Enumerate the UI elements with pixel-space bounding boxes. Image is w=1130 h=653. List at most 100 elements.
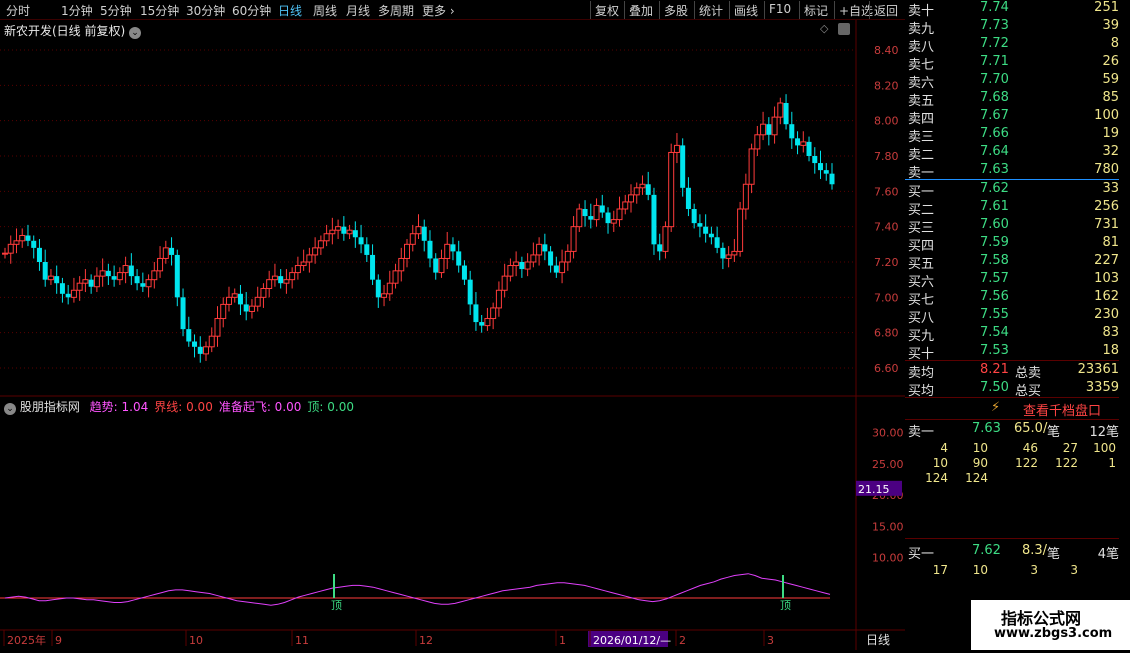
ask-row-4[interactable]: 卖六 7.70 59 [905, 72, 1119, 91]
ask-row-1[interactable]: 卖九 7.73 39 [905, 18, 1119, 37]
candle [225, 286, 232, 312]
candle [783, 94, 789, 130]
candle [731, 239, 738, 262]
indicator-value-0: 趋势: 1.04 [89, 400, 149, 414]
stock-title[interactable]: 新农开发(日线 前复权) ⌄ [4, 22, 142, 39]
chevron-down-icon[interactable]: ⌄ [4, 403, 16, 415]
ask-row-9[interactable]: 卖一 7.63 780 [905, 162, 1119, 181]
tab-multi-period[interactable]: 多周期 [378, 2, 414, 19]
tab-more[interactable]: 更多 › [422, 2, 455, 19]
ask-volume: 85 [1102, 90, 1119, 105]
bid-price: 7.58 [980, 253, 1009, 268]
top-signal-label: 顶 [331, 599, 342, 612]
candle [82, 269, 89, 293]
candle [501, 263, 508, 298]
candle [433, 253, 439, 280]
ask-row-8[interactable]: 卖二 7.64 32 [905, 144, 1119, 163]
indicator-value-2: 准备起飞: 0.00 [218, 400, 302, 414]
bid-label: 买七 [908, 293, 935, 308]
candle [812, 147, 818, 174]
bid-volume: 162 [1094, 289, 1119, 304]
bid-row-1[interactable]: 买二 7.61 256 [905, 199, 1119, 218]
ask-row-6[interactable]: 卖四 7.67 100 [905, 108, 1119, 127]
candle [714, 226, 720, 254]
candle [111, 265, 117, 287]
bid-volume: 33 [1102, 181, 1119, 196]
thousand-level-button[interactable]: ⚡ 查看千档盘口 [905, 399, 1119, 419]
candle [456, 240, 462, 273]
btn-draw-line[interactable]: 画线 [729, 1, 762, 19]
tab-30min[interactable]: 30分钟 [186, 2, 225, 19]
btn-multi-stock[interactable]: 多股 [659, 1, 692, 19]
time-tick-label: 9 [55, 634, 62, 647]
tab-monthly[interactable]: 月线 [346, 2, 370, 19]
ask-label: 卖八 [908, 40, 935, 55]
candle [610, 210, 617, 232]
bid-row-0[interactable]: 买一 7.62 33 [905, 181, 1119, 200]
btn-mark[interactable]: 标记 [799, 1, 832, 19]
candle [65, 284, 71, 305]
diamond-icon[interactable]: ◇ [820, 22, 828, 35]
divider [905, 419, 1119, 420]
bid-row-6[interactable]: 买七 7.56 162 [905, 289, 1119, 308]
ask-row-3[interactable]: 卖七 7.71 26 [905, 54, 1119, 73]
time-tick-label: 2025年 [7, 633, 46, 647]
candle [415, 214, 422, 240]
chevron-down-icon[interactable]: ⌄ [129, 27, 142, 39]
ask-row-2[interactable]: 卖八 7.72 8 [905, 36, 1119, 55]
btn-statistics[interactable]: 统计 [694, 1, 727, 19]
bid-row-5[interactable]: 买六 7.57 103 [905, 271, 1119, 290]
tab-1min[interactable]: 1分钟 [61, 2, 93, 19]
bid-label: 买三 [908, 221, 935, 236]
bid-row-7[interactable]: 买八 7.55 230 [905, 307, 1119, 326]
candle [662, 221, 669, 259]
thousand-level-label: 查看千档盘口 [1023, 404, 1102, 419]
ask-row-7[interactable]: 卖三 7.66 19 [905, 126, 1119, 145]
tab-5min[interactable]: 5分钟 [100, 2, 132, 19]
kline-chart-svg[interactable]: 8.40 8.20 8.00 7.80 7.60 7.40 7.20 7.00 6.80 6.60… [0, 0, 905, 650]
candle [2, 247, 8, 259]
candle [599, 194, 605, 218]
kline-chart-area[interactable]: 8.40 8.20 8.00 7.80 7.60 7.40 7.20 7.00 6.80 6.60… [0, 0, 905, 650]
bid-row-4[interactable]: 买五 7.58 227 [905, 253, 1119, 272]
candle [370, 244, 376, 285]
time-tick-label: 1 [559, 634, 566, 647]
ask-label: 卖十 [908, 4, 935, 19]
candle [13, 228, 20, 254]
candle [622, 194, 629, 215]
candle [36, 239, 42, 271]
bid1-count: 4笔 [1097, 547, 1119, 562]
candle [473, 292, 479, 331]
candle [627, 184, 634, 213]
btn-f10[interactable]: F10 [764, 1, 795, 19]
tab-weekly[interactable]: 周线 [313, 2, 337, 19]
tab-daily[interactable]: 日线 [278, 2, 302, 19]
window-toggle-icon[interactable] [838, 23, 850, 35]
candle [42, 249, 48, 287]
candle [105, 263, 111, 285]
period-toolbar: 分时 1分钟 5分钟 15分钟 30分钟 60分钟 日线 周线 月线 多周期 更… [0, 0, 905, 20]
candle [777, 97, 784, 125]
btn-adjust[interactable]: 复权 [590, 1, 623, 19]
bid1-price: 7.62 [972, 543, 1001, 558]
tab-15min[interactable]: 15分钟 [140, 2, 179, 19]
tab-60min[interactable]: 60分钟 [232, 2, 271, 19]
bid-price: 7.57 [980, 271, 1009, 286]
bid-row-9[interactable]: 买十 7.53 18 [905, 343, 1119, 362]
ask-row-5[interactable]: 卖五 7.68 85 [905, 90, 1119, 109]
candle [421, 219, 427, 252]
divider [905, 397, 1119, 398]
bid-row-2[interactable]: 买三 7.60 731 [905, 217, 1119, 236]
bid-volume: 256 [1094, 199, 1119, 214]
candle [283, 269, 290, 294]
bid-price: 7.60 [980, 217, 1009, 232]
btn-overlay[interactable]: 叠加 [624, 1, 657, 19]
bid-row-3[interactable]: 买四 7.59 81 [905, 235, 1119, 254]
tab-minute-time[interactable]: 分时 [6, 2, 30, 19]
order-book-panel: 卖十 7.74 251 卖九 7.73 39 卖八 7.72 8 卖七 7.71 26 卖六 7.70 59… [905, 0, 1130, 650]
indicator-name[interactable]: 股朋指标网 [20, 400, 80, 414]
ask-row-0[interactable]: 卖十 7.74 251 [905, 0, 1119, 19]
bid-row-8[interactable]: 买九 7.54 83 [905, 325, 1119, 344]
btn-back[interactable]: 返回 [869, 1, 902, 19]
candle [248, 299, 255, 319]
